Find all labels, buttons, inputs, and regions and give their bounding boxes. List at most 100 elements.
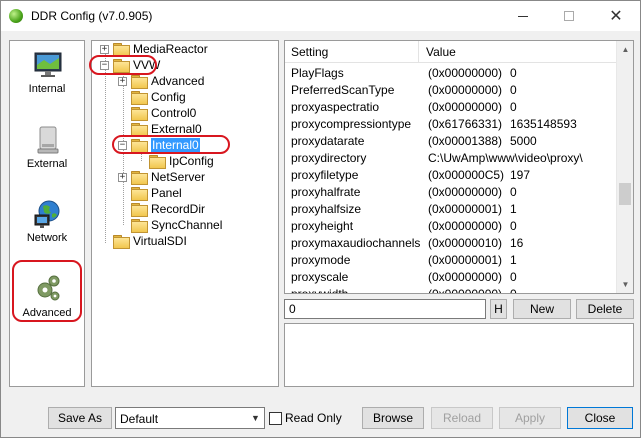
table-row[interactable]: proxyheight (0x00000000) 0 bbox=[285, 217, 617, 234]
setting-value-raw: (0x00000000) bbox=[428, 83, 503, 97]
nav-item-internal[interactable]: Internal bbox=[10, 45, 84, 117]
column-header-value[interactable]: Value bbox=[426, 45, 456, 59]
tree-node-label: Advanced bbox=[151, 74, 205, 88]
expand-plus-icon[interactable]: + bbox=[100, 44, 109, 54]
nav-item-network[interactable]: Network bbox=[10, 194, 84, 266]
setting-value: 1 bbox=[510, 202, 517, 216]
scroll-up-icon[interactable]: ▲ bbox=[617, 41, 633, 58]
network-globe-icon bbox=[34, 200, 60, 228]
setting-value-raw: (0x00000001) bbox=[428, 253, 503, 267]
monitor-icon bbox=[34, 52, 62, 77]
chevron-down-icon[interactable]: ▼ bbox=[247, 408, 264, 428]
setting-name: PreferredScanType bbox=[291, 83, 395, 97]
nav-item-external[interactable]: External bbox=[10, 120, 84, 192]
tree-node-config[interactable]: Config bbox=[131, 89, 186, 105]
tree-node-control0[interactable]: Control0 bbox=[131, 105, 196, 121]
tree-node-ipconfig[interactable]: IpConfig bbox=[149, 153, 214, 169]
value-input[interactable]: 0 bbox=[284, 299, 486, 319]
folder-icon bbox=[131, 203, 148, 217]
table-row[interactable]: proxyscale (0x00000000) 0 bbox=[285, 268, 617, 285]
read-only-checkbox[interactable]: Read Only bbox=[269, 411, 342, 425]
tree-node-panel[interactable]: Panel bbox=[131, 185, 182, 201]
folder-icon bbox=[131, 219, 148, 233]
new-button[interactable]: New bbox=[513, 299, 571, 319]
close-button[interactable]: Close bbox=[567, 407, 633, 429]
table-row[interactable]: proxyfiletype (0x000000C5) 197 bbox=[285, 166, 617, 183]
table-row[interactable]: proxyaspectratio (0x00000000) 0 bbox=[285, 98, 617, 115]
tree-node-label: MediaReactor bbox=[133, 42, 208, 56]
tree-node-label: NetServer bbox=[151, 170, 206, 184]
setting-value: 0 bbox=[510, 66, 517, 80]
maximize-button[interactable] bbox=[546, 1, 592, 31]
save-as-button[interactable]: Save As bbox=[48, 407, 112, 429]
delete-button[interactable]: Delete bbox=[576, 299, 634, 319]
read-only-label: Read Only bbox=[285, 411, 342, 425]
vvw-highlight-ring bbox=[89, 55, 157, 75]
scroll-thumb[interactable] bbox=[619, 183, 631, 205]
advanced-highlight-ring bbox=[12, 260, 82, 322]
column-divider[interactable] bbox=[418, 41, 419, 63]
tree-node-label: SyncChannel bbox=[151, 218, 223, 232]
setting-value-raw: (0x00001388) bbox=[428, 134, 503, 148]
close-window-button[interactable]: ✕ bbox=[593, 1, 639, 31]
category-nav: Internal External Network Advanced bbox=[9, 40, 85, 387]
setting-name: proxyheight bbox=[291, 219, 354, 233]
table-row[interactable]: proxydatarate (0x00001388) 5000 bbox=[285, 132, 617, 149]
folder-icon bbox=[131, 75, 148, 89]
tree-node-virtualsdi[interactable]: VirtualSDI bbox=[113, 233, 187, 249]
setting-name: proxydatarate bbox=[291, 134, 365, 148]
setting-value: 1 bbox=[510, 253, 517, 267]
setting-value-raw: (0x00000000) bbox=[428, 100, 503, 114]
tree-node-label: Control0 bbox=[151, 106, 197, 120]
tree-node-netserver[interactable]: + NetServer bbox=[118, 169, 205, 185]
browse-button[interactable]: Browse bbox=[362, 407, 424, 429]
table-row[interactable]: proxywidth (0x00000000) 0 bbox=[285, 285, 617, 293]
table-row[interactable]: PreferredScanType (0x00000000) 0 bbox=[285, 81, 617, 98]
setting-value: 197 bbox=[510, 168, 531, 182]
setting-name: proxyhalfrate bbox=[291, 185, 361, 199]
setting-value: 5000 bbox=[510, 134, 537, 148]
table-row[interactable]: proxycompressiontype (0x61766331) 16351485… bbox=[285, 115, 617, 132]
expand-plus-icon[interactable]: + bbox=[118, 172, 127, 182]
maximize-icon bbox=[564, 11, 574, 21]
drive-icon bbox=[37, 126, 59, 154]
setting-name: proxyaspectratio bbox=[291, 100, 380, 114]
title-bar: DDR Config (v7.0.905) ✕ bbox=[1, 1, 640, 31]
minimize-icon bbox=[518, 15, 528, 17]
column-header-setting[interactable]: Setting bbox=[291, 45, 328, 59]
window-title: DDR Config (v7.0.905) bbox=[31, 9, 153, 23]
folder-icon bbox=[131, 107, 148, 121]
setting-value-raw: (0x00000001) bbox=[428, 202, 503, 216]
scroll-down-icon[interactable]: ▼ bbox=[617, 276, 633, 293]
tree-node-syncchannel[interactable]: SyncChannel bbox=[131, 217, 222, 233]
table-row[interactable]: proxymaxaudiochannels (0x00000010) 16 bbox=[285, 234, 617, 251]
hex-toggle-button[interactable]: H bbox=[490, 299, 507, 319]
profile-combobox[interactable]: Default ▼ bbox=[115, 407, 265, 429]
folder-icon bbox=[113, 235, 130, 249]
minimize-button[interactable] bbox=[500, 1, 546, 31]
table-row[interactable]: proxyhalfsize (0x00000001) 1 bbox=[285, 200, 617, 217]
table-row[interactable]: proxydirectory C:\UwAmp\www\video\proxy\ bbox=[285, 149, 617, 166]
checkbox-box[interactable] bbox=[269, 411, 282, 425]
folder-icon bbox=[131, 187, 148, 201]
setting-name: proxymaxaudiochannels bbox=[291, 236, 421, 250]
tree-node-recorddir[interactable]: RecordDir bbox=[131, 201, 205, 217]
apply-button[interactable]: Apply bbox=[499, 407, 561, 429]
setting-value-raw: (0x00000000) bbox=[428, 219, 503, 233]
reload-button[interactable]: Reload bbox=[431, 407, 493, 429]
table-row[interactable]: proxyhalfrate (0x00000000) 0 bbox=[285, 183, 617, 200]
setting-value: 0 bbox=[510, 185, 517, 199]
table-row[interactable]: PlayFlags (0x00000000) 0 bbox=[285, 64, 617, 81]
table-scrollbar[interactable]: ▲ ▼ bbox=[616, 41, 633, 293]
tree-guide bbox=[105, 53, 106, 243]
setting-value-raw: (0x61766331) bbox=[428, 117, 503, 131]
tree-node-advanced[interactable]: + Advanced bbox=[118, 73, 204, 89]
setting-value: 0 bbox=[510, 83, 517, 97]
setting-value-raw: (0x00000000) bbox=[428, 66, 503, 80]
tree-node-label: Config bbox=[151, 90, 186, 104]
expand-plus-icon[interactable]: + bbox=[118, 76, 127, 86]
setting-value: 0 bbox=[510, 270, 517, 284]
table-row[interactable]: proxymode (0x00000001) 1 bbox=[285, 251, 617, 268]
table-header: Setting Value bbox=[285, 41, 617, 63]
folder-icon bbox=[131, 123, 148, 137]
